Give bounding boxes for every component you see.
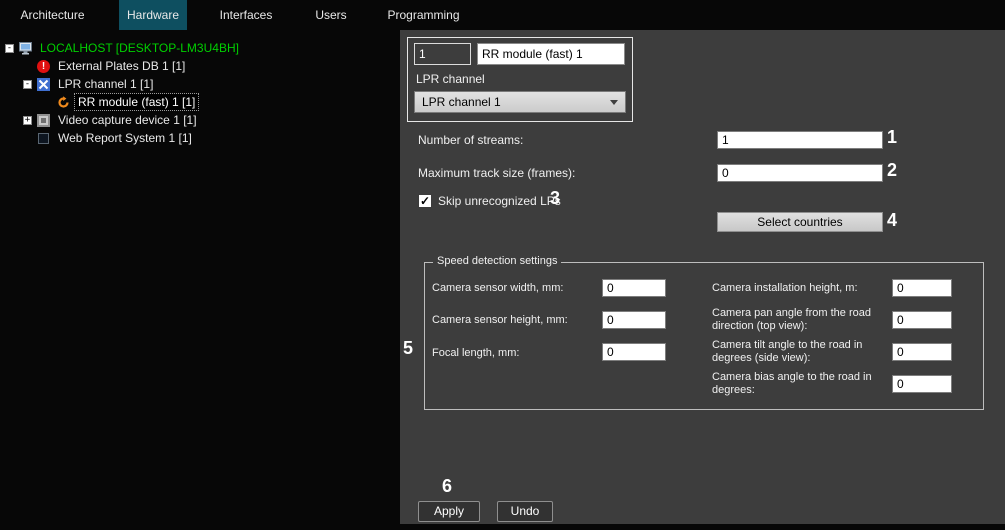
camera-bias-angle-input[interactable] bbox=[892, 375, 952, 393]
expander-minus-icon[interactable]: - bbox=[23, 80, 32, 89]
number-of-streams-input[interactable] bbox=[717, 131, 883, 149]
module-id-input[interactable] bbox=[414, 43, 471, 65]
tree-item-external-plates-db[interactable]: ! External Plates DB 1 [1] bbox=[0, 57, 400, 75]
annotation-5: 5 bbox=[403, 338, 413, 359]
app-window: Architecture Hardware Interfaces Users P… bbox=[0, 0, 1005, 530]
max-track-size-label: Maximum track size (frames): bbox=[418, 166, 575, 180]
chevron-down-icon bbox=[610, 100, 618, 105]
camera-tilt-angle-input[interactable] bbox=[892, 343, 952, 361]
apply-button[interactable]: Apply bbox=[418, 501, 480, 522]
computer-icon bbox=[19, 42, 32, 55]
max-track-size-input[interactable] bbox=[717, 164, 883, 182]
camera-sensor-height-input[interactable] bbox=[602, 311, 666, 329]
module-name-input[interactable] bbox=[477, 43, 625, 65]
tree-item-label: RR module (fast) 1 [1] bbox=[75, 94, 198, 110]
camera-bias-angle-label: Camera bias angle to the road in degrees… bbox=[712, 371, 884, 397]
camera-pan-angle-input[interactable] bbox=[892, 311, 952, 329]
tree-item-lpr-channel[interactable]: - LPR channel 1 [1] bbox=[0, 75, 400, 93]
module-identity-box: LPR channel LPR channel 1 bbox=[407, 37, 633, 122]
tab-interfaces[interactable]: Interfaces bbox=[203, 0, 289, 30]
checkmark-icon: ✓ bbox=[420, 194, 430, 208]
tree-item-label: Web Report System 1 [1] bbox=[55, 130, 195, 146]
undo-button[interactable]: Undo bbox=[497, 501, 553, 522]
camera-sensor-height-label: Camera sensor height, mm: bbox=[432, 314, 568, 327]
tree-item-localhost[interactable]: - LOCALHOST [DESKTOP-LM3U4BH] bbox=[0, 39, 400, 57]
tab-users[interactable]: Users bbox=[299, 0, 363, 30]
bottom-border bbox=[0, 524, 1005, 530]
focal-length-input[interactable] bbox=[602, 343, 666, 361]
camera-tilt-angle-label: Camera tilt angle to the road in degrees… bbox=[712, 339, 884, 365]
tree-item-label: LOCALHOST [DESKTOP-LM3U4BH] bbox=[37, 40, 242, 56]
expander-minus-icon[interactable]: - bbox=[5, 44, 14, 53]
device-tree: - LOCALHOST [DESKTOP-LM3U4BH] ! External… bbox=[0, 30, 400, 530]
skip-unrecognized-lps-checkbox[interactable]: ✓ bbox=[418, 194, 432, 208]
camera-sensor-width-input[interactable] bbox=[602, 279, 666, 297]
settings-panel: LPR channel LPR channel 1 Number of stre… bbox=[400, 30, 1005, 524]
annotation-1: 1 bbox=[887, 127, 897, 148]
speed-detection-settings-title: Speed detection settings bbox=[433, 255, 561, 267]
tree-item-label: LPR channel 1 [1] bbox=[55, 76, 156, 92]
tree-item-label: Video capture device 1 [1] bbox=[55, 112, 200, 128]
number-of-streams-label: Number of streams: bbox=[418, 133, 523, 147]
camera-sensor-width-label: Camera sensor width, mm: bbox=[432, 282, 563, 295]
expander-plus-icon[interactable]: + bbox=[23, 116, 32, 125]
annotation-6: 6 bbox=[442, 476, 452, 497]
tree-item-label: External Plates DB 1 [1] bbox=[55, 58, 188, 74]
rr-module-icon bbox=[57, 96, 70, 109]
lpr-channel-select[interactable]: LPR channel 1 bbox=[414, 91, 626, 113]
alert-icon: ! bbox=[37, 60, 50, 73]
tab-programming[interactable]: Programming bbox=[376, 0, 471, 30]
skip-unrecognized-lps-label: Skip unrecognized LPs bbox=[438, 194, 561, 208]
lpr-channel-icon bbox=[37, 78, 50, 91]
tree-item-web-report-system[interactable]: Web Report System 1 [1] bbox=[0, 129, 400, 147]
tree-item-rr-module[interactable]: RR module (fast) 1 [1] bbox=[0, 93, 400, 111]
annotation-3: 3 bbox=[550, 188, 560, 209]
annotation-4: 4 bbox=[887, 210, 897, 231]
web-report-icon bbox=[37, 132, 50, 145]
tab-bar: Architecture Hardware Interfaces Users P… bbox=[0, 0, 1005, 30]
camera-installation-height-input[interactable] bbox=[892, 279, 952, 297]
camera-pan-angle-label: Camera pan angle from the road direction… bbox=[712, 307, 884, 333]
lpr-channel-label: LPR channel bbox=[416, 72, 485, 86]
tree-item-video-capture-device[interactable]: + Video capture device 1 [1] bbox=[0, 111, 400, 129]
tab-architecture[interactable]: Architecture bbox=[0, 0, 105, 30]
select-countries-button[interactable]: Select countries bbox=[717, 212, 883, 232]
camera-installation-height-label: Camera installation height, m: bbox=[712, 282, 884, 295]
lpr-channel-selected-value: LPR channel 1 bbox=[422, 95, 501, 109]
video-device-icon bbox=[37, 114, 50, 127]
tab-hardware[interactable]: Hardware bbox=[119, 0, 187, 30]
focal-length-label: Focal length, mm: bbox=[432, 347, 519, 360]
annotation-2: 2 bbox=[887, 160, 897, 181]
